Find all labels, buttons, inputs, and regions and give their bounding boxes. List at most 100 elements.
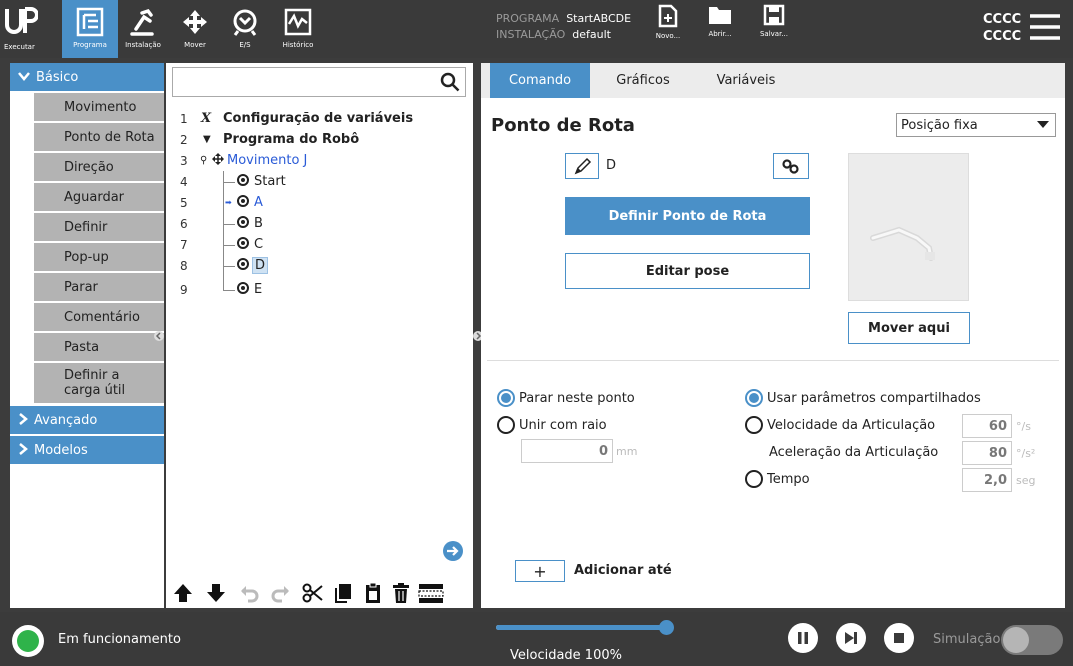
move-up-arrow-icon[interactable] (172, 582, 194, 608)
tree-search-input[interactable] (172, 67, 466, 97)
node-move[interactable]: Movimento (34, 93, 164, 123)
installation-label: INSTALAÇÃO (496, 28, 566, 41)
rename-waypoint-button[interactable] (565, 153, 599, 179)
add-until-button[interactable]: + (515, 560, 565, 582)
joint-accel-value: 80 (988, 445, 1007, 461)
time-radio[interactable]: Tempo (745, 470, 810, 488)
joint-speed-field[interactable]: 60 (962, 414, 1012, 438)
move-here-button[interactable]: Mover aqui (848, 312, 970, 344)
copy-icon[interactable] (332, 582, 354, 608)
category-basic-label: Básico (36, 69, 79, 85)
category-templates-label: Modelos (34, 442, 88, 458)
nav-log-button[interactable]: Histórico (272, 0, 324, 58)
stop-at-point-radio[interactable]: Parar neste ponto (497, 389, 635, 407)
line-number: 7 (180, 237, 188, 252)
speed-slider-fill (496, 625, 668, 630)
tree-row-waypoint-b[interactable]: 6 B (166, 213, 466, 234)
cut-icon[interactable] (302, 582, 324, 608)
node-direction[interactable]: Direção (34, 153, 164, 183)
step-button[interactable] (836, 623, 866, 653)
node-halt[interactable]: Parar (34, 273, 164, 303)
tree-row-waypoint-a[interactable]: 5 ➡ A (166, 192, 466, 213)
tree-row-variables-setup[interactable]: 1 X Configuração de variáveis (166, 108, 466, 129)
hamburger-menu-icon[interactable] (1028, 12, 1062, 46)
link-waypoint-button[interactable] (773, 153, 809, 179)
user-line-1: CCCC (983, 12, 1022, 27)
node-comment[interactable]: Comentário (34, 303, 164, 333)
shared-params-radio[interactable]: Usar parâmetros compartilhados (745, 389, 981, 407)
program-tree-panel: 1 X Configuração de variáveis 2 ▼ Progra… (166, 63, 473, 608)
save-button[interactable]: Salvar... (754, 4, 794, 56)
node-label: Comentário (64, 309, 140, 325)
pause-button[interactable] (788, 623, 818, 653)
open-label: Abrir... (708, 30, 732, 38)
node-folder[interactable]: Pasta (34, 333, 164, 363)
category-basic[interactable]: Básico (10, 63, 164, 91)
move-icon (181, 6, 209, 38)
blend-radius-field[interactable]: 0 (521, 439, 613, 463)
nav-move-label: Mover (184, 41, 206, 49)
installation-name: default (572, 28, 611, 41)
chevron-down-icon (18, 70, 30, 84)
waypoint-icon (237, 173, 249, 190)
radio-label: Tempo (767, 471, 810, 487)
joint-accel-field[interactable]: 80 (962, 441, 1012, 465)
tree-row-waypoint-c[interactable]: 7 C (166, 234, 466, 255)
nav-installation-button[interactable]: Instalação (118, 0, 168, 58)
position-type-select[interactable]: Posição fixa (896, 113, 1056, 137)
category-advanced[interactable]: Avançado (10, 406, 164, 434)
nav-io-button[interactable]: E/S (222, 0, 268, 58)
user-info: CCCC CCCC (983, 11, 1021, 45)
expand-right-arrow-icon[interactable] (442, 540, 464, 566)
simulation-toggle[interactable] (1001, 625, 1063, 655)
node-waypoint[interactable]: Ponto de Rota (34, 123, 164, 153)
speed-slider-handle[interactable] (659, 620, 674, 635)
tree-row-waypoint-d-selected[interactable]: 8 D (166, 255, 466, 276)
tab-variables[interactable]: Variáveis (696, 63, 796, 98)
waypoint-icon (237, 257, 249, 274)
tree-row-text: Configuração de variáveis (223, 111, 414, 126)
tree-row-text: A (254, 195, 263, 210)
tree-row-waypoint-e[interactable]: 9 E (166, 279, 466, 300)
radio-selected-icon (745, 389, 763, 407)
search-icon[interactable] (440, 72, 460, 96)
tree-row-text: E (254, 282, 263, 297)
redo-icon[interactable] (270, 582, 292, 608)
delete-icon[interactable] (390, 582, 412, 608)
category-templates[interactable]: Modelos (10, 436, 164, 464)
nav-program-button[interactable]: Programa (62, 0, 118, 58)
stop-button[interactable] (884, 623, 914, 653)
blend-radius-radio[interactable]: Unir com raio (497, 416, 607, 434)
tab-graphics[interactable]: Gráficos (593, 63, 693, 98)
node-wait[interactable]: Aguardar (34, 183, 164, 213)
node-label: Parar (64, 279, 98, 295)
undo-icon[interactable] (238, 582, 260, 608)
nav-move-button[interactable]: Mover (172, 0, 218, 58)
new-button[interactable]: Novo... (650, 4, 686, 56)
speed-label: Velocidade 100% (510, 648, 622, 663)
node-set[interactable]: Definir (34, 213, 164, 243)
joint-speed-radio[interactable]: Velocidade da Articulação (745, 416, 935, 434)
move-down-arrow-icon[interactable] (205, 582, 227, 608)
tree-row-waypoint-start[interactable]: 4 Start (166, 171, 466, 192)
speed-slider[interactable] (496, 620, 674, 635)
radio-label: Parar neste ponto (519, 390, 635, 406)
status-indicator-icon[interactable] (12, 625, 44, 657)
tree-row-robot-program[interactable]: 2 ▼ Programa do Robô (166, 129, 466, 150)
tree-toolbar (166, 576, 473, 608)
open-button[interactable]: Abrir... (702, 4, 738, 56)
tab-command[interactable]: Comando (490, 63, 590, 98)
node-popup[interactable]: Pop-up (34, 243, 164, 273)
paste-icon[interactable] (362, 582, 384, 608)
tree-row-movej[interactable]: 3 ⚲ Movimento J (166, 150, 466, 171)
edit-pose-button[interactable]: Editar pose (565, 253, 810, 289)
suppress-icon[interactable] (418, 582, 444, 608)
variable-x-icon: X (201, 111, 212, 126)
tree-row-text: B (254, 216, 263, 231)
node-set-payload[interactable]: Definir a carga útil (34, 363, 164, 405)
node-label: Pop-up (64, 249, 109, 265)
define-waypoint-button[interactable]: Definir Ponto de Rota (565, 197, 810, 235)
time-field[interactable]: 2,0 (962, 468, 1012, 492)
link-icon (782, 159, 799, 174)
node-label: Definir (64, 219, 108, 235)
